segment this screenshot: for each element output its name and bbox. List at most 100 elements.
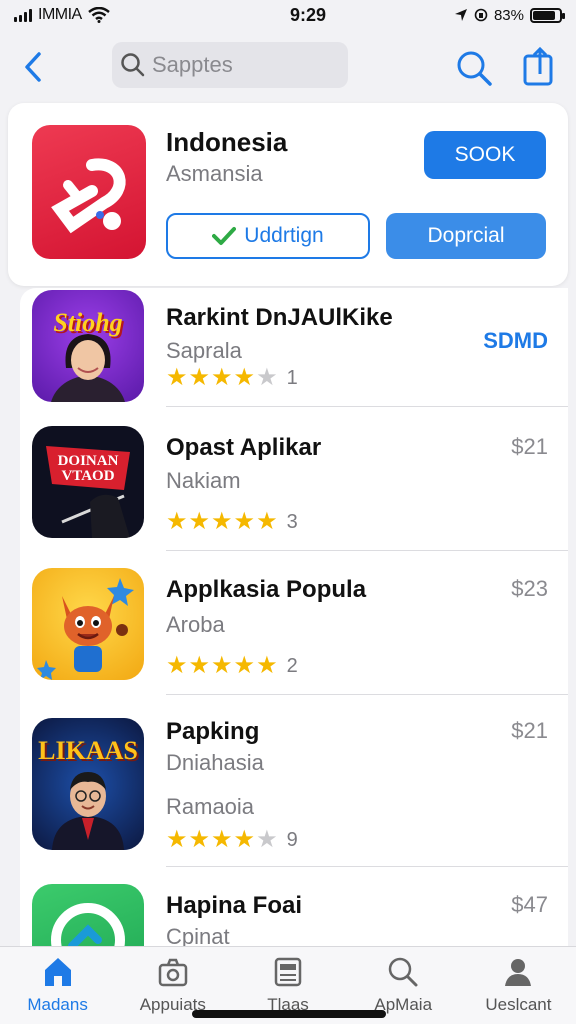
app-subtitle: Nakiam (166, 468, 241, 493)
home-icon (44, 958, 71, 986)
search-bar[interactable] (112, 42, 348, 88)
app-price[interactable]: $21 (511, 434, 548, 460)
star-icon: ★ (166, 652, 188, 679)
rating-count: 9 (286, 828, 298, 851)
featured-app-icon (32, 125, 146, 259)
star-rating: ★ ★ ★ ★ ★ 2 (166, 654, 298, 678)
search-input[interactable] (152, 52, 342, 78)
chevron-left-icon (25, 52, 41, 82)
camera-icon (158, 958, 188, 987)
star-icon: ★ (233, 508, 256, 535)
star-icon: ★ (233, 826, 256, 853)
app-price[interactable]: $47 (511, 892, 548, 918)
search-icon (121, 53, 145, 77)
list-item[interactable]: Stiohg Rarkint DnJAUlKike Saprala ★ ★ ★ ★ ★ … (20, 288, 568, 407)
app-name: Hapina Foai (166, 892, 303, 919)
app-icon-text: DOINAN VTAOD (57, 453, 119, 484)
divider (166, 866, 568, 867)
star-icon: ★ (188, 652, 211, 679)
star-icon: ★ (211, 508, 233, 535)
app-icon (32, 568, 144, 680)
featured-app-name: Indonesia (166, 127, 288, 157)
star-icon: ★ (256, 364, 278, 391)
star-icon: ★ (188, 364, 211, 391)
app-name: Opast Aplikar (166, 434, 322, 461)
heart-logo-icon (51, 158, 126, 234)
app-subtitle-secondary: Ramaoia (166, 794, 255, 819)
app-icon: DOINAN VTAOD (32, 426, 144, 538)
status-bar: IMMIA 9:29 83% (0, 0, 576, 30)
app-icon: LIKAAS (32, 718, 144, 850)
star-rating: ★ ★ ★ ★ ★ 1 (166, 366, 298, 390)
rating-count: 1 (286, 366, 298, 389)
cartoon-cat-icon (37, 578, 134, 680)
nav-bar (0, 40, 576, 94)
rating-count: 3 (286, 510, 298, 533)
battery-icon (530, 7, 565, 23)
get-button[interactable]: SOOK (424, 131, 546, 179)
search-button[interactable] (454, 48, 494, 88)
carrier-name: IMMIA (38, 6, 82, 23)
download-button-label: Doprcial (427, 224, 505, 247)
app-icon: Stiohg (32, 290, 144, 402)
person-icon (51, 334, 125, 402)
divider (166, 550, 568, 551)
app-list: Stiohg Rarkint DnJAUlKike Saprala ★ ★ ★ ★ ★ … (20, 288, 568, 996)
tab-label: Madans (27, 995, 88, 1014)
featured-app-subtitle: Asmansia (166, 161, 263, 186)
app-subtitle: Aroba (166, 612, 225, 637)
star-icon: ★ (233, 364, 256, 391)
rating-count: 2 (286, 654, 298, 677)
list-item[interactable]: Hapina Foai Cpinat $47 (20, 884, 568, 996)
get-button-label: SOOK (454, 143, 516, 166)
status-time: 9:29 (289, 4, 327, 25)
status-right: 83% (422, 6, 565, 24)
tab-label: Ueslcant (485, 995, 552, 1014)
star-icon: ★ (188, 508, 211, 535)
star-icon: ★ (166, 508, 188, 535)
star-icon: ★ (188, 826, 211, 853)
star-icon: ★ (166, 364, 188, 391)
status-left: IMMIA (14, 6, 214, 24)
wifi-icon (87, 7, 110, 23)
battery-percent: 83% (493, 6, 524, 24)
signal-icon (14, 8, 32, 22)
star-icon: ★ (233, 652, 256, 679)
list-item[interactable]: Applkasia Popula Aroba ★ ★ ★ ★ ★ 2 $23 (20, 568, 568, 695)
check-icon (212, 227, 237, 245)
app-name: Applkasia Popula (166, 576, 367, 603)
star-icon: ★ (256, 508, 278, 535)
person-icon (505, 959, 532, 986)
app-name: Rarkint DnJAUlKike (166, 304, 393, 331)
download-button[interactable]: Doprcial (386, 213, 546, 259)
star-icon: ★ (211, 652, 233, 679)
back-button[interactable] (16, 50, 50, 84)
star-icon: ★ (211, 826, 233, 853)
star-rating: ★ ★ ★ ★ ★ 9 (166, 828, 298, 852)
star-icon: ★ (256, 652, 278, 679)
star-icon: ★ (256, 826, 278, 853)
divider (166, 694, 568, 695)
app-subtitle: Saprala (166, 338, 242, 363)
share-icon (523, 46, 553, 86)
star-rating: ★ ★ ★ ★ ★ 3 (166, 510, 298, 534)
list-item[interactable]: LIKAAS Papking Dniahasia Ramaoia ★ ★ ★ ★ ★ 9… (20, 714, 568, 867)
app-price[interactable]: SDMD (483, 328, 548, 354)
tab-home[interactable]: Madans (0, 947, 115, 1024)
location-icon (454, 9, 467, 21)
featured-app-card[interactable]: Indonesia Asmansia SOOK Uddrtign Doprcia… (8, 103, 568, 286)
star-icon: ★ (211, 364, 233, 391)
app-price[interactable]: $23 (511, 576, 548, 602)
update-button-label: Uddrtign (244, 224, 324, 247)
lock-rotation-icon (474, 8, 488, 22)
app-subtitle: Dniahasia (166, 750, 264, 775)
home-indicator[interactable] (192, 1010, 386, 1018)
tab-account[interactable]: Ueslcant (461, 947, 576, 1024)
star-icon: ★ (166, 826, 188, 853)
list-item[interactable]: DOINAN VTAOD Opast Aplikar Nakiam ★ ★ ★ ★ ★ … (20, 426, 568, 551)
app-price[interactable]: $21 (511, 718, 548, 744)
update-button[interactable]: Uddrtign (166, 213, 370, 259)
app-name: Papking (166, 718, 260, 745)
divider (166, 406, 568, 407)
share-button[interactable] (520, 46, 556, 88)
